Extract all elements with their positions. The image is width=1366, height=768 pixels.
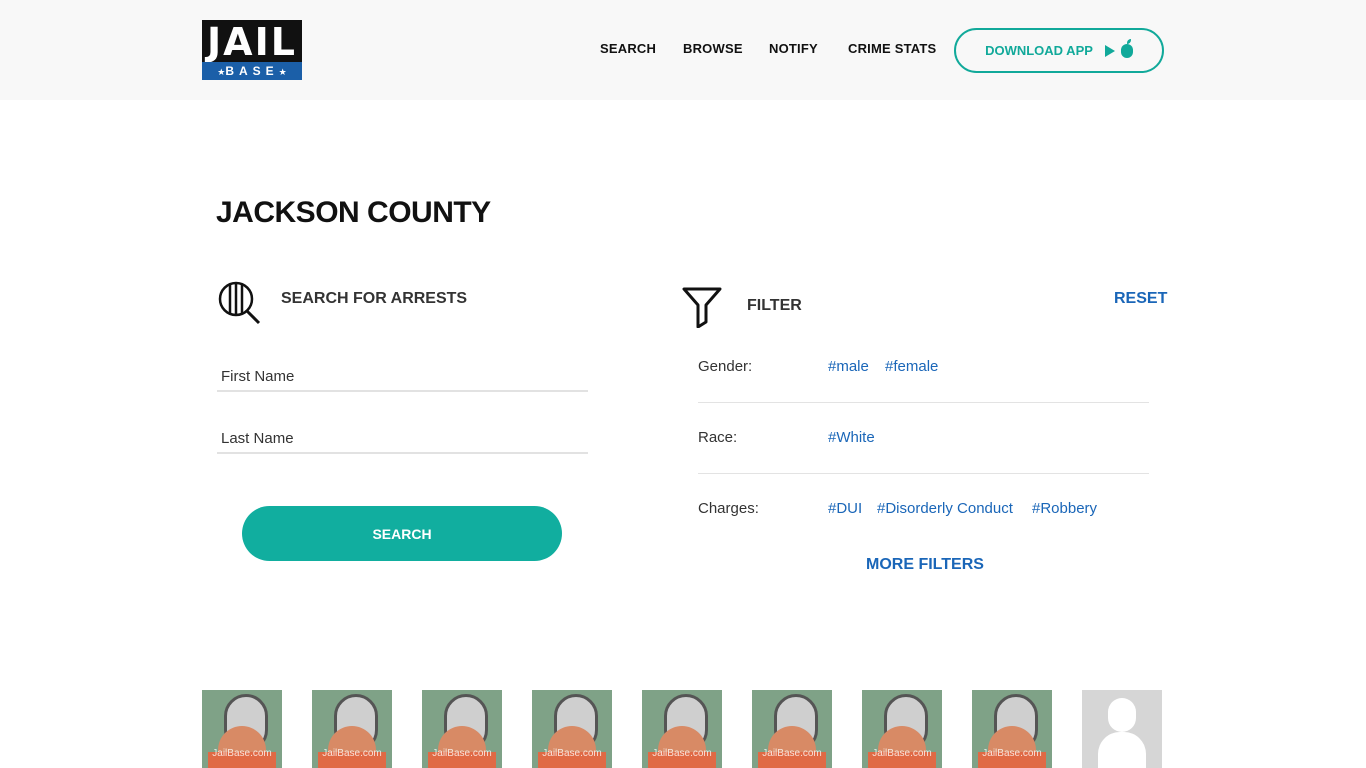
mugshot-thumbnail[interactable]: JailBase.com	[642, 690, 722, 768]
mugshot-thumbnail[interactable]: JailBase.com	[202, 690, 282, 768]
watermark-text: JailBase.com	[762, 748, 822, 759]
mugshot-thumbnail[interactable]: JailBase.com	[752, 690, 832, 768]
avatar-placeholder-icon	[1108, 698, 1136, 732]
store-icons	[1104, 38, 1133, 58]
logo-top-text: JAIL	[202, 20, 302, 64]
avatar-placeholder-body	[1098, 732, 1146, 768]
watermark-text: JailBase.com	[652, 748, 712, 759]
tag-female[interactable]: #female	[885, 358, 938, 375]
search-arrests-icon	[216, 280, 262, 326]
search-button[interactable]: SEARCH	[242, 506, 562, 561]
race-label: Race:	[698, 429, 738, 446]
gender-label: Gender:	[698, 358, 753, 375]
download-app-label: DOWNLOAD APP	[985, 43, 1093, 58]
mugshot-thumbnail[interactable]: JailBase.com	[312, 690, 392, 768]
google-play-icon	[1104, 44, 1115, 57]
watermark-text: JailBase.com	[542, 748, 602, 759]
logo-bottom-bar: ★BASE★	[202, 62, 302, 80]
reset-link[interactable]: RESET	[1114, 290, 1167, 308]
last-name-input[interactable]	[217, 424, 588, 454]
more-filters-link[interactable]: MORE FILTERS	[866, 556, 984, 574]
search-heading: SEARCH FOR ARRESTS	[281, 290, 468, 307]
filter-heading: FILTER	[747, 297, 802, 314]
tag-male[interactable]: #male	[828, 358, 869, 375]
watermark-text: JailBase.com	[322, 748, 382, 759]
filter-divider	[698, 402, 1149, 403]
first-name-input[interactable]	[217, 362, 588, 392]
download-app-button[interactable]: DOWNLOAD APP	[954, 28, 1164, 73]
nav-item-browse[interactable]: BROWSE	[683, 41, 743, 56]
watermark-text: JailBase.com	[872, 748, 932, 759]
nav-item-notify[interactable]: NOTIFY	[769, 41, 818, 56]
placeholder-thumbnail[interactable]	[1082, 690, 1162, 768]
filter-divider	[698, 473, 1149, 474]
nav-item-search[interactable]: SEARCH	[600, 41, 656, 56]
mugshot-thumbnail[interactable]: JailBase.com	[422, 690, 502, 768]
tag-robbery[interactable]: #Robbery	[1032, 500, 1097, 517]
watermark-text: JailBase.com	[212, 748, 272, 759]
charges-label: Charges:	[698, 500, 759, 517]
page-title: JACKSON COUNTY	[216, 196, 491, 229]
watermark-text: JailBase.com	[982, 748, 1042, 759]
mugshot-thumbnail[interactable]: JailBase.com	[862, 690, 942, 768]
filter-icon	[682, 286, 722, 329]
mugshot-thumbnail[interactable]: JailBase.com	[532, 690, 612, 768]
logo-star-icon: ★	[278, 67, 287, 77]
watermark-text: JailBase.com	[432, 748, 492, 759]
tag-dui[interactable]: #DUI	[828, 500, 862, 517]
tag-disorderly-conduct[interactable]: #Disorderly Conduct	[877, 500, 1013, 517]
tag-white[interactable]: #White	[828, 429, 875, 446]
logo-bottom-text: BASE	[225, 64, 279, 78]
nav-item-crime-stats[interactable]: CRIME STATS	[848, 41, 936, 56]
site-header: JAIL ★BASE★ SEARCH BROWSE NOTIFY CRIME S…	[0, 0, 1366, 100]
apple-icon	[1120, 38, 1133, 58]
jailbase-logo[interactable]: JAIL ★BASE★	[202, 20, 302, 80]
mugshot-thumbnail[interactable]: JailBase.com	[972, 690, 1052, 768]
